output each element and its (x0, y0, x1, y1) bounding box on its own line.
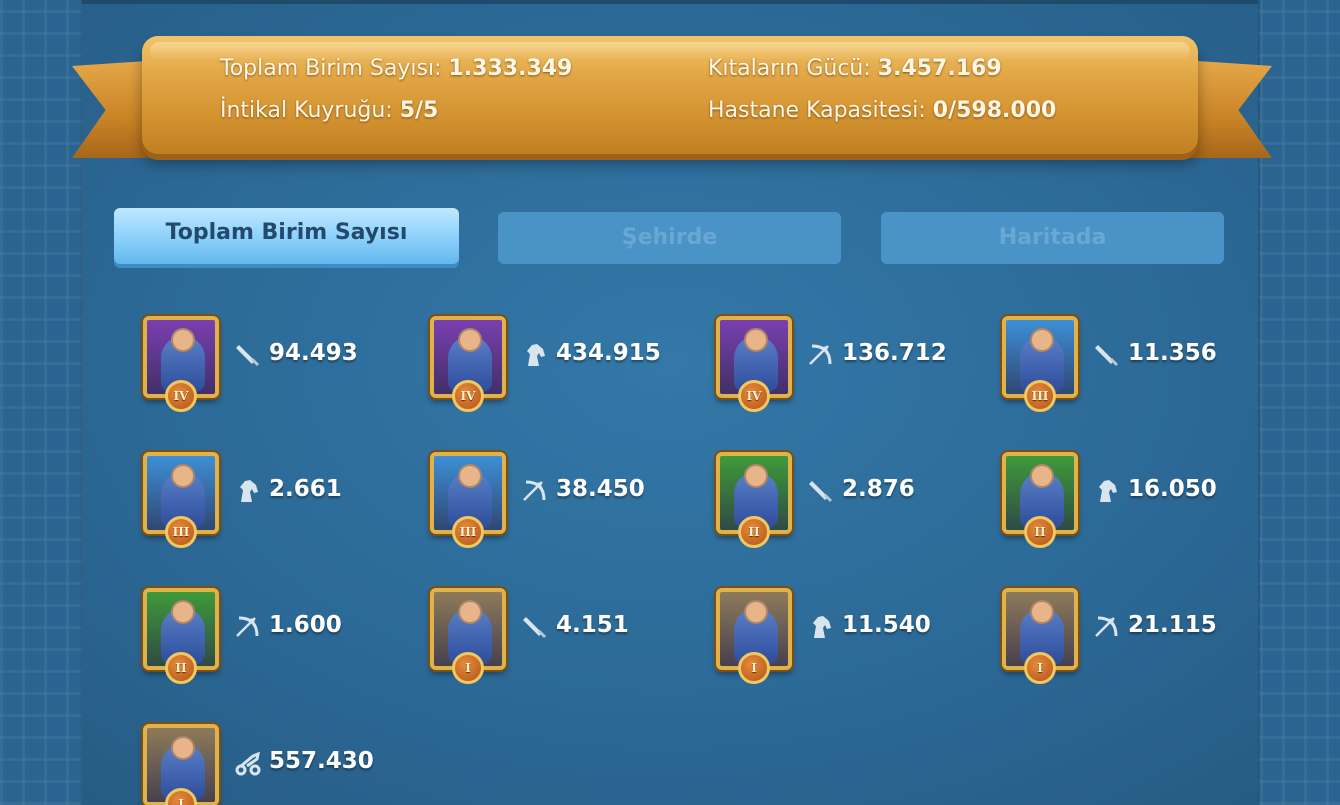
tier-badge: I (738, 652, 770, 684)
tier-badge: I (1024, 652, 1056, 684)
soldier-head (458, 328, 482, 352)
unit-entry[interactable]: IV 434.915 (430, 316, 680, 412)
tier-badge: II (738, 516, 770, 548)
soldier-head (171, 736, 195, 760)
march-queue-value: 5/5 (399, 98, 439, 123)
cavalry-icon (808, 614, 834, 640)
tab-on-map[interactable]: Haritada (881, 212, 1224, 264)
unit-entry[interactable]: III 2.661 (143, 452, 393, 548)
tab-in-city[interactable]: Şehirde (498, 212, 841, 264)
infantry-icon (235, 342, 261, 368)
unit-count: 136.712 (842, 340, 947, 366)
total-units-stat: Toplam Birim Sayısı: 1.333.349 (220, 56, 572, 81)
unit-entry[interactable]: I 557.430 (143, 724, 393, 805)
siege-icon (235, 750, 261, 776)
infantry-icon (808, 478, 834, 504)
hospital-capacity-value: 0/598.000 (932, 98, 1057, 123)
soldier-head (744, 328, 768, 352)
infantry-icon (1094, 342, 1120, 368)
troop-power-value: 3.457.169 (877, 56, 1002, 81)
summary-banner: Toplam Birim Sayısı: 1.333.349 İntikal K… (142, 36, 1198, 154)
troop-power-label: Kıtaların Gücü: (708, 56, 871, 81)
hospital-capacity-stat: Hastane Kapasitesi: 0/598.000 (708, 98, 1056, 123)
unit-entry[interactable]: II 2.876 (716, 452, 966, 548)
unit-count: 38.450 (556, 476, 645, 502)
unit-entry[interactable]: III 11.356 (1002, 316, 1252, 412)
unit-entry[interactable]: I 4.151 (430, 588, 680, 684)
unit-entry[interactable]: II 1.600 (143, 588, 393, 684)
cavalry-icon (1094, 478, 1120, 504)
tab-total-units[interactable]: Toplam Birim Sayısı (114, 208, 459, 264)
left-border-pattern (0, 0, 82, 805)
archer-icon (522, 478, 548, 504)
march-queue-label: İntikal Kuyruğu: (220, 98, 393, 123)
unit-entry[interactable]: IV 136.712 (716, 316, 966, 412)
tier-badge: II (165, 652, 197, 684)
march-queue-stat: İntikal Kuyruğu: 5/5 (220, 98, 438, 123)
unit-count: 434.915 (556, 340, 661, 366)
cavalry-icon (522, 342, 548, 368)
soldier-head (171, 600, 195, 624)
unit-count: 21.115 (1128, 612, 1217, 638)
troops-panel: Toplam Birim Sayısı: 1.333.349 İntikal K… (0, 0, 1340, 805)
hospital-capacity-label: Hastane Kapasitesi: (708, 98, 926, 123)
unit-count: 11.540 (842, 612, 931, 638)
tier-badge: II (1024, 516, 1056, 548)
unit-count: 1.600 (269, 612, 342, 638)
archer-icon (1094, 614, 1120, 640)
tier-badge: IV (165, 380, 197, 412)
infantry-icon (522, 614, 548, 640)
tier-badge: III (1024, 380, 1056, 412)
tier-badge: IV (452, 380, 484, 412)
archer-icon (235, 614, 261, 640)
tier-badge: I (452, 652, 484, 684)
soldier-head (458, 600, 482, 624)
total-units-value: 1.333.349 (448, 56, 573, 81)
unit-entry[interactable]: I 11.540 (716, 588, 966, 684)
unit-entry[interactable]: I 21.115 (1002, 588, 1252, 684)
soldier-head (1030, 464, 1054, 488)
soldier-head (1030, 600, 1054, 624)
right-border-pattern (1258, 0, 1340, 805)
soldier-head (458, 464, 482, 488)
unit-count: 4.151 (556, 612, 629, 638)
unit-count: 2.661 (269, 476, 342, 502)
total-units-label: Toplam Birim Sayısı: (220, 56, 442, 81)
soldier-head (744, 600, 768, 624)
unit-entry[interactable]: IV 94.493 (143, 316, 393, 412)
tier-badge: III (165, 516, 197, 548)
cavalry-icon (235, 478, 261, 504)
tier-badge: IV (738, 380, 770, 412)
soldier-head (171, 328, 195, 352)
soldier-head (171, 464, 195, 488)
unit-count: 557.430 (269, 748, 374, 774)
unit-count: 94.493 (269, 340, 358, 366)
soldier-head (1030, 328, 1054, 352)
unit-count: 16.050 (1128, 476, 1217, 502)
unit-count: 11.356 (1128, 340, 1217, 366)
troop-power-stat: Kıtaların Gücü: 3.457.169 (708, 56, 1002, 81)
archer-icon (808, 342, 834, 368)
tier-badge: III (452, 516, 484, 548)
unit-entry[interactable]: II 16.050 (1002, 452, 1252, 548)
unit-entry[interactable]: III 38.450 (430, 452, 680, 548)
top-edge (0, 0, 1340, 4)
soldier-head (744, 464, 768, 488)
unit-count: 2.876 (842, 476, 915, 502)
